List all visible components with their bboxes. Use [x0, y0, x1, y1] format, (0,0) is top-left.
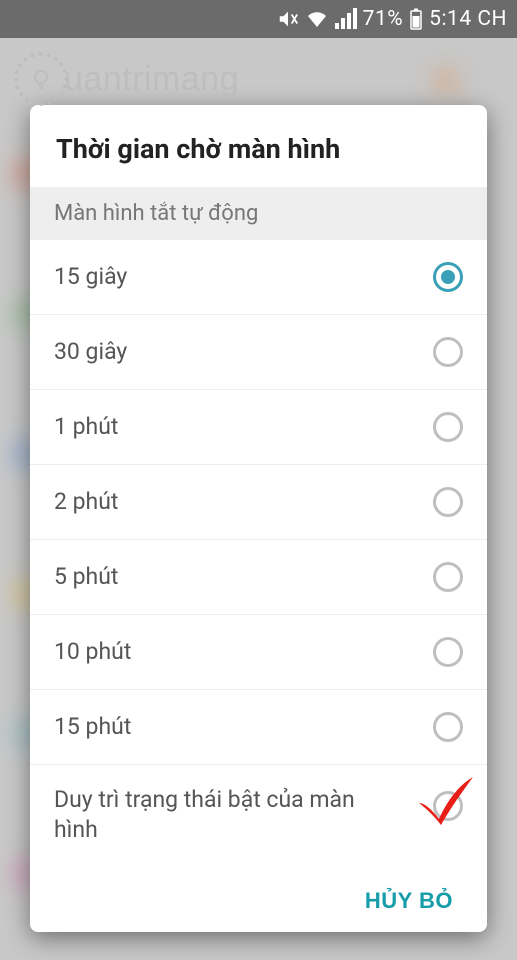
cancel-button[interactable]: HỦY BỎ: [359, 880, 459, 922]
option-15s[interactable]: 15 giây: [30, 240, 487, 315]
mute-icon: [277, 8, 299, 30]
signal-icon: [335, 8, 357, 30]
wifi-icon: [305, 8, 329, 30]
option-label: 10 phút: [54, 637, 131, 667]
dialog-title: Thời gian chờ màn hình: [30, 105, 487, 187]
status-bar: 71% 5:14 CH: [0, 0, 517, 38]
dialog-footer: HỦY BỎ: [30, 870, 487, 932]
battery-percent: 71%: [363, 7, 404, 31]
option-label: 15 phút: [54, 712, 131, 742]
status-time: 5:14 CH: [429, 7, 507, 31]
option-2m[interactable]: 2 phút: [30, 465, 487, 540]
radio-icon: [433, 712, 463, 742]
options-list: 15 giây 30 giây 1 phút 2 phút 5 phút 10 …: [30, 240, 487, 870]
option-label: Duy trì trạng thái bật của màn hình: [54, 771, 374, 845]
option-15m[interactable]: 15 phút: [30, 690, 487, 765]
option-label: 1 phút: [54, 412, 118, 442]
option-5m[interactable]: 5 phút: [30, 540, 487, 615]
option-1m[interactable]: 1 phút: [30, 390, 487, 465]
option-label: 2 phút: [54, 487, 118, 517]
radio-icon: [433, 412, 463, 442]
option-label: 30 giây: [54, 337, 127, 367]
battery-icon: [409, 8, 423, 30]
screen-timeout-dialog: Thời gian chờ màn hình Màn hình tắt tự đ…: [30, 105, 487, 932]
option-keep-on[interactable]: Duy trì trạng thái bật của màn hình: [30, 765, 487, 861]
option-30s[interactable]: 30 giây: [30, 315, 487, 390]
option-10m[interactable]: 10 phút: [30, 615, 487, 690]
option-label: 15 giây: [54, 262, 127, 292]
radio-icon: [433, 562, 463, 592]
section-header: Màn hình tắt tự động: [30, 187, 487, 240]
radio-icon: [433, 262, 463, 292]
radio-icon: [433, 487, 463, 517]
radio-icon: [433, 791, 463, 821]
radio-icon: [433, 637, 463, 667]
option-label: 5 phút: [54, 562, 118, 592]
radio-icon: [433, 337, 463, 367]
